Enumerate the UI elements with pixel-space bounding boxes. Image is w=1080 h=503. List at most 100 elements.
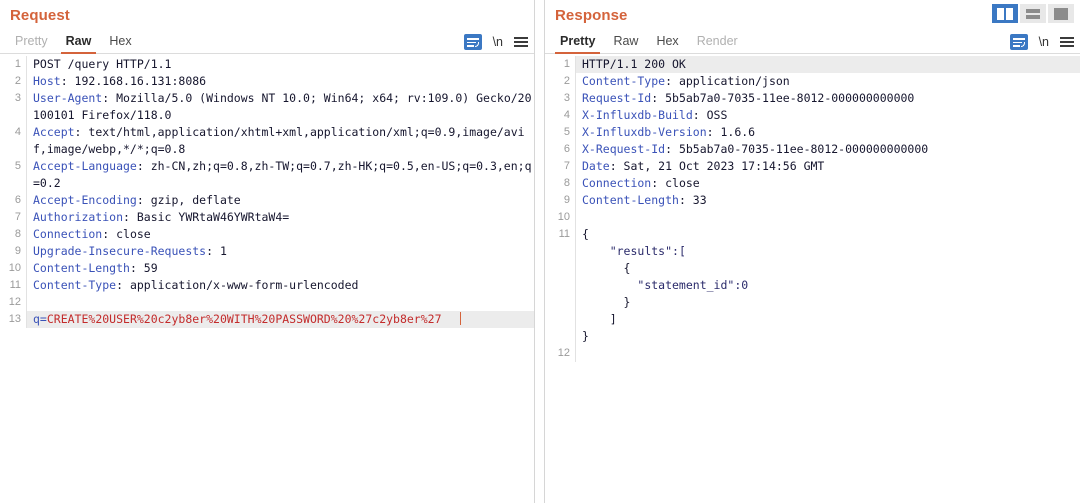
code-line: 4 Accept: text/html,application/xhtml+xml…	[0, 124, 534, 158]
code-line-text: Connection: close	[27, 226, 534, 243]
code-line: 8 Connection: close	[0, 226, 534, 243]
code-segment-hdr: Content-Length	[33, 261, 130, 275]
request-pane: Request Pretty Raw Hex \n 1 POST /query H…	[0, 0, 535, 503]
code-line: 7 Authorization: Basic YWRtaW46YWRtaW4=	[0, 209, 534, 226]
response-tabs: Pretty Raw Hex Render \n	[545, 28, 1080, 54]
code-line-text: User-Agent: Mozilla/5.0 (Windows NT 10.0…	[27, 90, 534, 124]
hamburger-menu-icon	[514, 37, 528, 47]
code-segment-plain: : application/x-www-form-urlencoded	[116, 278, 359, 292]
request-menu-button[interactable]	[514, 37, 528, 47]
code-segment-hdr: Content-Type	[582, 74, 666, 88]
layout-split-vertical-button[interactable]	[992, 4, 1018, 23]
code-line: 8 Connection: close	[545, 175, 1080, 192]
text-caret	[459, 312, 462, 325]
code-segment-hdr: Date	[582, 159, 610, 173]
response-menu-button[interactable]	[1060, 37, 1074, 47]
line-number: 6	[563, 143, 570, 155]
code-line: 11 {	[545, 226, 1080, 243]
code-segment-hdr: X-Influxdb-Build	[582, 108, 693, 122]
code-line: 7 Date: Sat, 21 Oct 2023 17:14:56 GMT	[545, 158, 1080, 175]
code-line-text: Content-Type: application/json	[576, 73, 1080, 90]
code-segment-plain: : application/json	[665, 74, 790, 88]
code-line: 13 q=CREATE%20USER%20c2yb8er%20WITH%20PAS…	[0, 311, 534, 328]
code-line-text: Content-Length: 59	[27, 260, 534, 277]
code-line: 11 Content-Type: application/x-www-form-u…	[0, 277, 534, 294]
tab-response-hex[interactable]: Hex	[647, 31, 687, 53]
code-line: 9 Content-Length: 33	[545, 192, 1080, 209]
code-segment-hdr: Connection	[582, 176, 652, 190]
code-line: 6 X-Request-Id: 5b5ab7a0-7035-11ee-8012-0…	[545, 141, 1080, 158]
code-line: 2 Host: 192.168.16.131:8086	[0, 73, 534, 90]
code-segment-hdr: Host	[33, 74, 61, 88]
line-number: 1	[545, 56, 575, 73]
line-number: 5	[14, 160, 21, 172]
line-number: 7	[563, 160, 570, 172]
line-number: 13	[0, 311, 26, 328]
pane-divider[interactable]	[535, 0, 544, 503]
request-title: Request	[10, 7, 70, 24]
request-code-area[interactable]: 1 POST /query HTTP/1.1 2 Host: 192.168.16.1…	[0, 54, 534, 503]
layout-single-pane-button[interactable]	[1048, 4, 1074, 23]
code-line: 12	[545, 345, 1080, 362]
code-segment-plain: POST /query HTTP/1.1	[33, 57, 172, 71]
code-line-text: Content-Length: 33	[576, 192, 1080, 209]
tab-request-raw[interactable]: Raw	[57, 31, 101, 54]
code-line-text: }	[576, 328, 1080, 345]
response-word-wrap-button[interactable]	[1009, 34, 1028, 50]
code-line-text: Content-Type: application/x-www-form-url…	[27, 277, 534, 294]
request-word-wrap-button[interactable]	[463, 34, 482, 50]
code-line: 1 HTTP/1.1 200 OK	[545, 56, 1080, 73]
response-pane: Response Pretty Raw Hex Render \n 1 HTTP/…	[544, 0, 1080, 503]
code-segment-hdr: X-Influxdb-Version	[582, 125, 707, 139]
layout-split-horizontal-button[interactable]	[1020, 4, 1046, 23]
tab-response-raw[interactable]: Raw	[604, 31, 647, 53]
code-segment-json-punct: }	[582, 329, 589, 343]
code-line-text: HTTP/1.1 200 OK	[576, 56, 1080, 73]
response-code-area[interactable]: 1 HTTP/1.1 200 OK 2 Content-Type: applicati…	[545, 54, 1080, 503]
line-number: 10	[557, 211, 570, 223]
tab-response-pretty[interactable]: Pretty	[551, 31, 604, 54]
code-segment-json-punct: }	[582, 295, 631, 309]
layout-toggle-group[interactable]	[992, 4, 1074, 23]
code-segment-plain: : 33	[678, 193, 707, 207]
code-segment-status-line: HTTP/1.1 200 OK	[582, 57, 686, 71]
line-number: 11	[9, 279, 21, 291]
code-segment-plain: : 5b5ab7a0-7035-11ee-8012-000000000000	[665, 142, 929, 156]
line-number: 2	[14, 75, 21, 87]
code-segment-plain: : close	[651, 176, 700, 190]
code-line: {	[545, 260, 1080, 277]
code-segment-plain: : 5b5ab7a0-7035-11ee-8012-000000000000	[651, 91, 915, 105]
code-segment-body-key: q=	[33, 312, 47, 326]
code-line-text: Authorization: Basic YWRtaW46YWRtaW4=	[27, 209, 534, 226]
code-segment-plain: : gzip, deflate	[136, 193, 241, 207]
code-line-text: Accept-Encoding: gzip, deflate	[27, 192, 534, 209]
line-number: 12	[557, 347, 570, 359]
code-segment-hdr: Accept	[33, 125, 75, 139]
code-line: 9 Upgrade-Insecure-Requests: 1	[0, 243, 534, 260]
code-line: 5 Accept-Language: zh-CN,zh;q=0.8,zh-TW;q…	[0, 158, 534, 192]
request-newline-toggle[interactable]: \n	[493, 35, 503, 49]
code-line: }	[545, 294, 1080, 311]
line-number: 10	[8, 262, 21, 274]
code-segment-hdr: Connection	[33, 227, 103, 241]
response-newline-toggle[interactable]: \n	[1039, 35, 1049, 49]
code-segment-hdr: Content-Length	[582, 193, 679, 207]
line-number: 3	[14, 92, 21, 104]
code-line-text: {	[576, 260, 1080, 277]
request-tab-actions: \n	[463, 34, 528, 50]
tab-request-hex[interactable]: Hex	[100, 31, 140, 53]
tab-request-pretty[interactable]: Pretty	[6, 31, 57, 53]
line-number: 4	[14, 126, 21, 138]
code-line: 1 POST /query HTTP/1.1	[0, 56, 534, 73]
code-segment-hdr: Content-Type	[33, 278, 117, 292]
code-segment-body-val: CREATE%20USER%20c2yb8er%20WITH%20PASSWOR…	[46, 312, 442, 326]
tab-response-render[interactable]: Render	[688, 31, 747, 53]
code-line-text: Accept-Language: zh-CN,zh;q=0.8,zh-TW;q=…	[27, 158, 534, 192]
line-number: 11	[558, 228, 570, 240]
word-wrap-icon	[463, 34, 482, 50]
line-number: 4	[563, 109, 570, 121]
code-line-text: X-Influxdb-Build: OSS	[576, 107, 1080, 124]
code-line-text: Request-Id: 5b5ab7a0-7035-11ee-8012-0000…	[576, 90, 1080, 107]
line-number: 6	[14, 194, 21, 206]
code-line-text: Host: 192.168.16.131:8086	[27, 73, 534, 90]
